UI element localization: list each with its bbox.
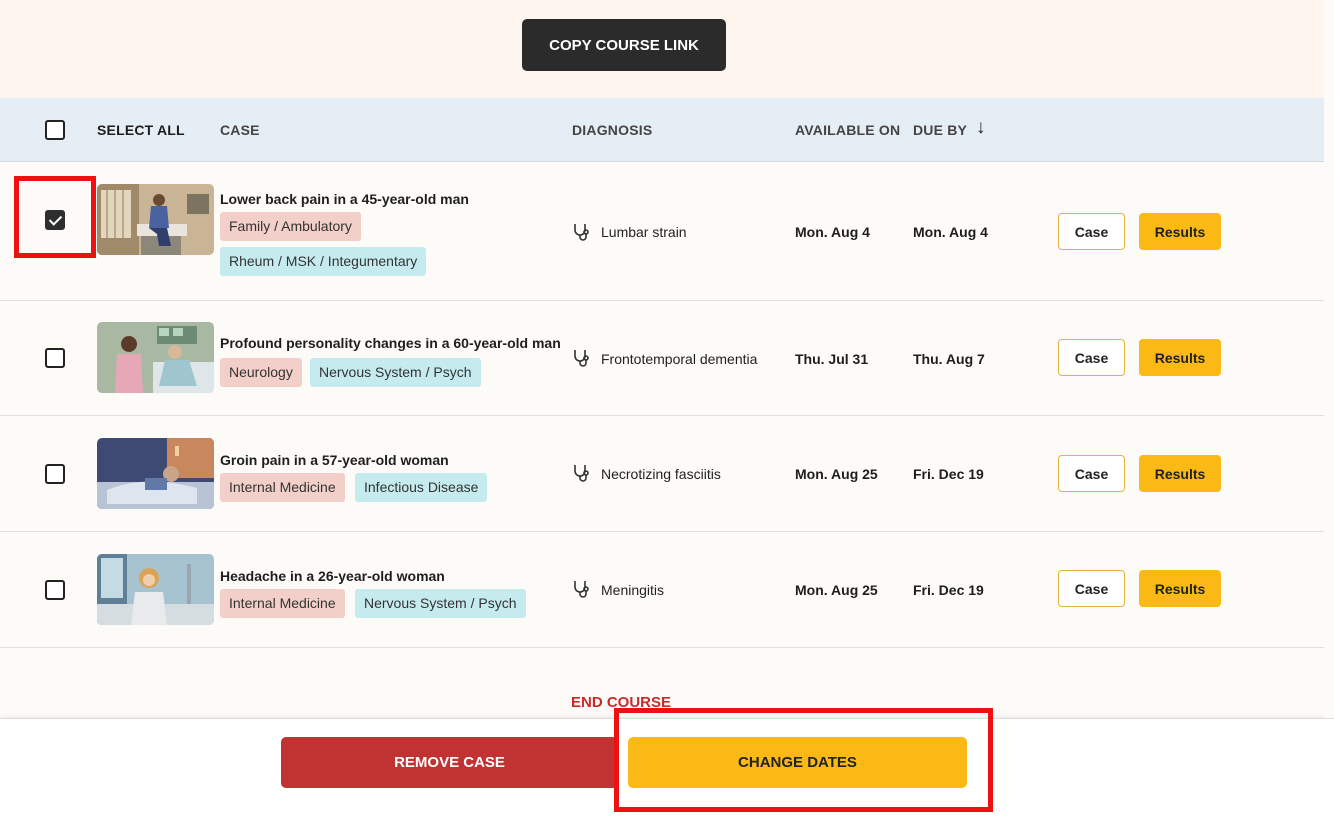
available-on-date: Mon. Aug 25 xyxy=(795,582,878,598)
table-row: Groin pain in a 57-year-old woman Intern… xyxy=(0,416,1324,532)
case-button[interactable]: Case xyxy=(1058,339,1125,376)
category-tag: Internal Medicine xyxy=(220,473,345,502)
available-on-date: Thu. Jul 31 xyxy=(795,351,869,367)
results-button[interactable]: Results xyxy=(1139,339,1221,376)
column-header-case[interactable]: CASE xyxy=(220,122,260,138)
end-course-link[interactable]: END COURSE xyxy=(571,694,671,711)
stethoscope-icon xyxy=(574,350,589,367)
due-by-date: Mon. Aug 4 xyxy=(913,224,988,240)
category-tag: Neurology xyxy=(220,358,302,387)
available-on-date: Mon. Aug 4 xyxy=(795,224,870,240)
case-title[interactable]: Profound personality changes in a 60-yea… xyxy=(220,335,561,351)
table-row: Profound personality changes in a 60-yea… xyxy=(0,301,1324,416)
scrollbar-track[interactable] xyxy=(1324,0,1334,718)
due-by-date: Fri. Dec 19 xyxy=(913,466,984,482)
results-button[interactable]: Results xyxy=(1139,570,1221,607)
case-thumbnail[interactable] xyxy=(97,184,214,255)
category-tag: Family / Ambulatory xyxy=(220,212,361,241)
case-title[interactable]: Headache in a 26-year-old woman xyxy=(220,568,445,584)
diagnosis-text: Necrotizing fasciitis xyxy=(601,466,721,482)
case-thumbnail[interactable] xyxy=(97,554,214,625)
diagnosis-text: Meningitis xyxy=(601,582,665,598)
course-toolbar: COPY COURSE LINK xyxy=(0,0,1324,98)
sort-down-icon[interactable]: ↓ xyxy=(976,117,986,139)
results-button[interactable]: Results xyxy=(1139,455,1221,492)
case-button[interactable]: Case xyxy=(1058,570,1125,607)
column-header-available-on[interactable]: AVAILABLE ON xyxy=(795,122,900,138)
copy-course-link-button[interactable]: COPY COURSE LINK xyxy=(522,19,726,71)
row-checkbox[interactable] xyxy=(45,580,65,600)
category-tag: Internal Medicine xyxy=(220,589,345,618)
case-button[interactable]: Case xyxy=(1058,455,1125,492)
system-tag: Nervous System / Psych xyxy=(310,358,481,387)
column-header-due-by[interactable]: DUE BY xyxy=(913,122,967,138)
stethoscope-icon xyxy=(574,224,589,241)
table-row: Headache in a 26-year-old woman Internal… xyxy=(0,532,1324,648)
stethoscope-icon xyxy=(574,581,589,598)
system-tag: Nervous System / Psych xyxy=(355,589,526,618)
select-all-checkbox[interactable] xyxy=(45,120,65,140)
case-thumbnail[interactable] xyxy=(97,322,214,393)
table-header: SELECT ALL CASE DIAGNOSIS AVAILABLE ON D… xyxy=(0,98,1324,162)
case-thumbnail[interactable] xyxy=(97,438,214,509)
row-checkbox[interactable] xyxy=(45,464,65,484)
row-checkbox[interactable] xyxy=(45,210,65,230)
table-row: Lower back pain in a 45-year-old man Fam… xyxy=(0,162,1324,301)
due-by-date: Thu. Aug 7 xyxy=(913,351,985,367)
system-tag: Infectious Disease xyxy=(355,473,488,502)
remove-case-button[interactable]: REMOVE CASE xyxy=(281,737,618,788)
change-dates-button[interactable]: CHANGE DATES xyxy=(628,737,967,788)
diagnosis-text: Lumbar strain xyxy=(601,224,687,240)
column-header-diagnosis[interactable]: DIAGNOSIS xyxy=(572,122,652,138)
case-title[interactable]: Lower back pain in a 45-year-old man xyxy=(220,191,469,207)
stethoscope-icon xyxy=(574,465,589,482)
available-on-date: Mon. Aug 25 xyxy=(795,466,878,482)
select-all-label[interactable]: SELECT ALL xyxy=(97,122,185,138)
system-tag: Rheum / MSK / Integumentary xyxy=(220,247,427,276)
diagnosis-text: Frontotemporal dementia xyxy=(601,351,758,367)
due-by-date: Fri. Dec 19 xyxy=(913,582,984,598)
case-button[interactable]: Case xyxy=(1058,213,1125,250)
row-checkbox[interactable] xyxy=(45,348,65,368)
case-title[interactable]: Groin pain in a 57-year-old woman xyxy=(220,452,449,468)
results-button[interactable]: Results xyxy=(1139,213,1221,250)
